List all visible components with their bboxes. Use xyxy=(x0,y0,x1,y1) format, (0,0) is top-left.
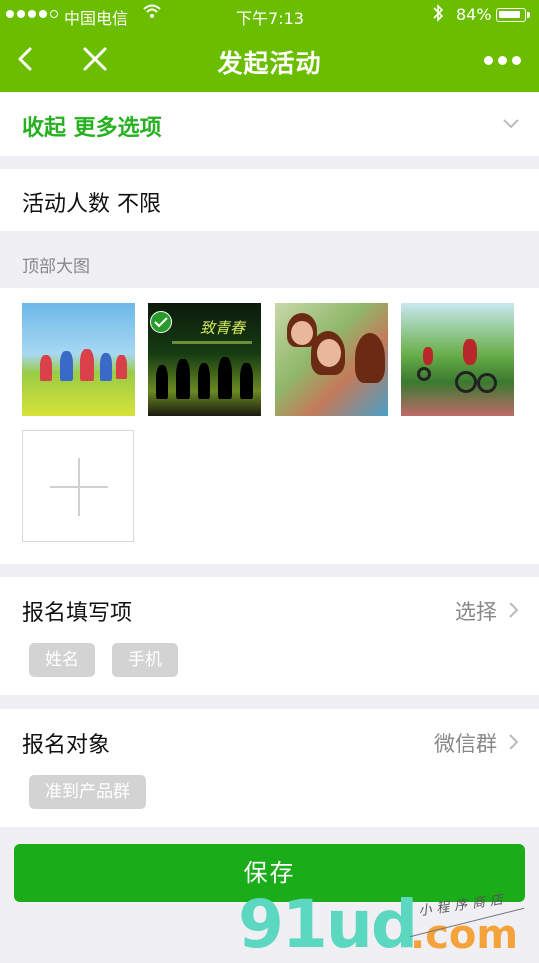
battery-percent: 84% xyxy=(456,5,492,24)
tag-name[interactable]: 姓名 xyxy=(29,643,95,677)
signup-fields-section: 报名填写项 选择 姓名 手机 xyxy=(0,577,539,695)
tag-phone[interactable]: 手机 xyxy=(112,643,178,677)
signup-target-section: 报名对象 微信群 准到产品群 xyxy=(0,709,539,827)
participant-count-label: 活动人数 不限 xyxy=(22,192,161,217)
top-image-header: 顶部大图 xyxy=(22,257,90,277)
thumbnail-kids-running[interactable] xyxy=(22,303,135,416)
thumbnail-caption: 致青春 xyxy=(200,319,246,337)
collapse-options-row[interactable]: 收起 更多选项 xyxy=(0,92,539,156)
status-bar: 中国电信 下午7:13 84% xyxy=(0,0,539,30)
bluetooth-icon xyxy=(432,3,444,27)
chevron-right-icon[interactable] xyxy=(508,601,520,619)
signal-strength-icon xyxy=(6,10,58,18)
signup-target-label: 报名对象 xyxy=(22,733,111,758)
watermark-domain: .com xyxy=(410,912,519,958)
tag-wechat-group[interactable]: 准到产品群 xyxy=(29,775,146,809)
clock: 下午7:13 xyxy=(236,9,304,28)
signup-target-value[interactable]: 微信群 xyxy=(434,728,497,758)
collapse-options-label[interactable]: 收起 更多选项 xyxy=(22,110,162,142)
signup-fields-select[interactable]: 选择 xyxy=(455,596,497,626)
selected-check-icon xyxy=(150,311,172,333)
watermark-brand: 91ud xyxy=(238,886,418,963)
chevron-down-icon[interactable] xyxy=(502,114,520,132)
wifi-icon xyxy=(142,3,162,23)
navigation-bar: 发起活动 xyxy=(0,30,539,92)
thumbnail-cyclists[interactable] xyxy=(401,303,514,416)
more-dots-icon[interactable] xyxy=(484,56,521,65)
chevron-right-icon[interactable] xyxy=(508,733,520,751)
battery-icon xyxy=(496,8,530,22)
carrier-name: 中国电信 xyxy=(64,9,129,28)
participant-count-row[interactable]: 活动人数 不限 xyxy=(0,169,539,231)
top-image-picker: 致青春 xyxy=(0,288,539,564)
thumbnail-youth-silhouettes[interactable]: 致青春 xyxy=(148,303,261,416)
thumbnail-friends-picnic[interactable] xyxy=(275,303,388,416)
signup-fields-label: 报名填写项 xyxy=(22,601,133,626)
page-title: 发起活动 xyxy=(217,49,322,78)
watermark-logo: 91ud .com 小程序商店 xyxy=(238,886,538,963)
add-image-button[interactable] xyxy=(22,430,134,542)
